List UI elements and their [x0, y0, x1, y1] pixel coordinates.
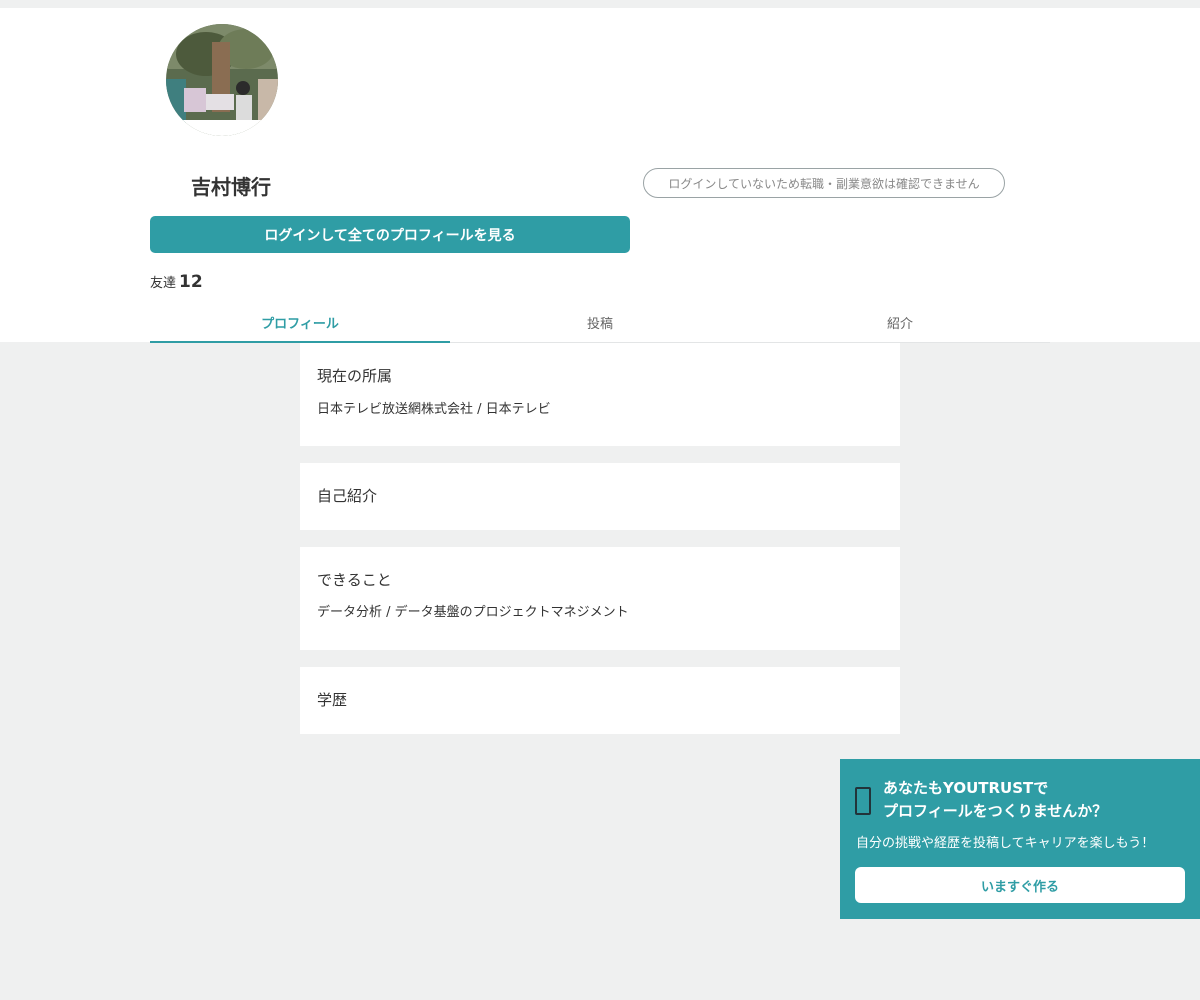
signup-cta-banner: あなたもYOUTRUSTで プロフィールをつくりませんか？ 自分の挑戦や経歴を投…	[840, 759, 1200, 919]
cta-subtitle: 自分の挑戦や経歴を投稿してキャリアを楽しもう！	[856, 836, 1155, 851]
career-status-badge: ログインしていないため転職・副業意欲は確認できません	[643, 168, 1005, 198]
friends-label: 友達	[150, 276, 177, 291]
profile-tabs: プロフィール 投稿 紹介	[150, 303, 1050, 343]
affiliation-body: 日本テレビ放送網株式会社 / 日本テレビ	[317, 402, 551, 417]
create-now-button[interactable]: いますぐ作る	[855, 867, 1185, 903]
skills-heading: できること	[317, 571, 392, 589]
cta-title-line1: あなたもYOUTRUSTで	[883, 779, 1049, 797]
friends-count[interactable]: 友達 12	[150, 272, 203, 292]
friends-number: 12	[179, 272, 203, 292]
avatar	[166, 24, 278, 136]
smartphone-icon	[855, 787, 871, 815]
skills-card: できること データ分析 / データ基盤のプロジェクトマネジメント	[300, 547, 900, 650]
cta-title: あなたもYOUTRUSTで プロフィールをつくりませんか？	[883, 777, 1107, 823]
tab-referrals[interactable]: 紹介	[750, 303, 1050, 342]
affiliation-card: 現在の所属 日本テレビ放送網株式会社 / 日本テレビ	[300, 343, 900, 446]
top-strip	[0, 0, 1200, 8]
self-intro-heading: 自己紹介	[317, 487, 378, 505]
education-card: 学歴	[300, 667, 900, 734]
profile-header: 吉村博行 ログインしていないため転職・副業意欲は確認できません ログインして全て…	[0, 8, 1200, 343]
skills-body: データ分析 / データ基盤のプロジェクトマネジメント	[317, 605, 629, 620]
cta-title-line2: プロフィールをつくりませんか？	[883, 802, 1108, 820]
education-heading: 学歴	[317, 691, 348, 709]
tab-profile[interactable]: プロフィール	[150, 303, 450, 343]
affiliation-heading: 現在の所属	[317, 367, 393, 385]
tab-posts[interactable]: 投稿	[450, 303, 750, 342]
profile-name: 吉村博行	[191, 175, 271, 199]
self-intro-card: 自己紹介	[300, 463, 900, 530]
login-view-full-profile-button[interactable]: ログインして全てのプロフィールを見る	[150, 216, 630, 253]
